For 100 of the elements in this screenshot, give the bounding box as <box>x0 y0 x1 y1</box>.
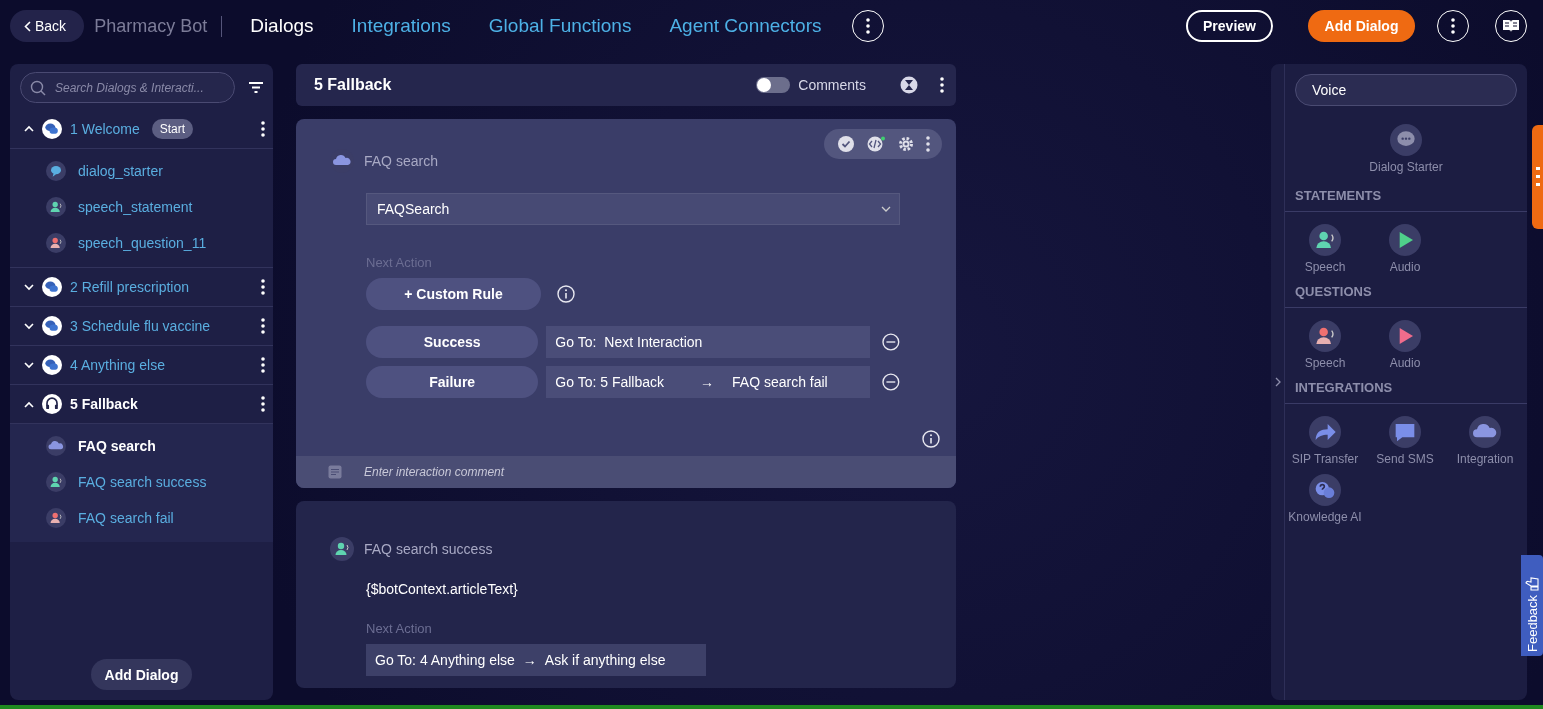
code-icon[interactable] <box>866 136 886 152</box>
chat-bubbles-icon <box>42 316 62 336</box>
interaction-item[interactable]: FAQ search success <box>46 464 273 500</box>
cloud-icon <box>1469 416 1501 448</box>
speaker-person-icon <box>330 537 354 561</box>
speaker-person-icon <box>46 197 66 217</box>
dialog-item[interactable]: 4 Anything else <box>10 345 273 384</box>
palette-tool[interactable]: SIP Transfer <box>1285 416 1365 466</box>
check-icon[interactable] <box>838 136 854 152</box>
chevron-down-icon[interactable] <box>24 322 34 330</box>
message-text: {$botContext.articleText} <box>366 581 519 597</box>
side-tab[interactable] <box>1532 125 1543 229</box>
add-dialog-button[interactable]: Add Dialog <box>91 659 192 690</box>
interaction-item[interactable]: speech_statement <box>46 189 273 225</box>
bot-name: Pharmacy Bot <box>94 15 223 37</box>
start-badge: Start <box>151 118 194 139</box>
palette-tool[interactable]: Integration <box>1445 416 1525 466</box>
channel-select[interactable]: Voice <box>1295 74 1517 106</box>
palette-tool[interactable]: Speech <box>1285 320 1365 370</box>
custom-rule-button[interactable]: + Custom Rule <box>366 278 541 310</box>
info-icon[interactable] <box>557 285 575 303</box>
thumbs-up-icon <box>1525 576 1539 591</box>
remove-icon[interactable] <box>882 333 900 351</box>
interaction-title: FAQ search success <box>364 541 493 557</box>
nav-tab[interactable]: Global Functions <box>488 15 632 37</box>
interaction-item[interactable]: speech_question_11 <box>46 225 273 261</box>
more-icon[interactable] <box>940 77 944 93</box>
dialog-item[interactable]: 3 Schedule flu vaccine <box>10 306 273 345</box>
next-action-label: Next Action <box>366 621 433 636</box>
feedback-button[interactable]: Feedback <box>1521 555 1543 656</box>
search-field[interactable]: Search Dialogs & Interacti... <box>20 72 235 103</box>
more-icon[interactable] <box>261 318 265 334</box>
interaction-item[interactable]: FAQ search fail <box>46 500 273 536</box>
chat-bubble-icon <box>46 161 66 181</box>
chevron-left-icon <box>24 20 31 32</box>
comments-toggle[interactable] <box>756 77 791 93</box>
dialog-item[interactable]: 2 Refill prescription <box>10 267 273 306</box>
chat-bubbles-icon <box>42 118 62 139</box>
question-bubbles-icon <box>1309 474 1341 506</box>
speaker-person-icon <box>1309 320 1341 352</box>
speaker-person-icon <box>46 233 66 253</box>
interaction-item[interactable]: FAQ search <box>46 428 273 464</box>
section-title: INTEGRATIONS <box>1285 380 1527 404</box>
integration-select[interactable]: FAQSearch <box>366 193 900 225</box>
remove-icon[interactable] <box>882 373 900 391</box>
nav-tab[interactable]: Integrations <box>351 15 451 37</box>
interaction-title: FAQ search <box>364 153 438 169</box>
note-icon <box>328 465 342 479</box>
more-icon[interactable] <box>261 279 265 295</box>
cloud-icon <box>46 436 66 456</box>
interaction-card[interactable]: FAQ search success {$botContext.articleText} Next Action Go To: 4 Anything else → Ask if anything else <box>296 501 956 688</box>
more-icon[interactable] <box>261 120 265 137</box>
more-icon[interactable] <box>261 396 265 412</box>
filter-icon[interactable] <box>249 82 263 93</box>
palette-tool[interactable]: Audio <box>1365 224 1445 274</box>
more-icon[interactable] <box>261 357 265 373</box>
nav-tab[interactable]: Agent Connectors <box>669 15 822 37</box>
section-title: QUESTIONS <box>1285 284 1527 308</box>
book-icon <box>1502 19 1520 33</box>
back-button[interactable]: Back <box>10 10 85 42</box>
chevron-down-icon[interactable] <box>24 361 34 369</box>
chevron-down-icon <box>881 206 891 212</box>
play-icon <box>1389 224 1421 256</box>
palette-tool[interactable]: Dialog Starter <box>1366 124 1446 174</box>
chevron-up-icon[interactable] <box>24 400 34 408</box>
goto-field[interactable]: Go To: 5 Fallback → FAQ search fail <box>546 366 871 398</box>
dialog-header: 5 Fallback Comments <box>296 64 956 106</box>
palette-tool[interactable]: Speech <box>1285 224 1365 274</box>
settings-icon[interactable] <box>898 136 914 152</box>
info-icon[interactable] <box>922 430 940 448</box>
more-icon[interactable] <box>1451 18 1455 34</box>
more-icon[interactable] <box>865 18 870 34</box>
speaker-person-icon <box>1309 224 1341 256</box>
palette-tool[interactable]: Audio <box>1365 320 1445 370</box>
rule-label-button[interactable]: Failure <box>366 366 539 398</box>
chevron-right-icon[interactable] <box>1274 377 1281 387</box>
goto-field[interactable]: Go To: 4 Anything else → Ask if anything else <box>366 644 706 676</box>
palette-tool[interactable]: Send SMS <box>1365 416 1445 466</box>
message-icon <box>1389 416 1421 448</box>
grip-icon <box>1535 165 1540 189</box>
chat-bubble-icon <box>1390 124 1422 156</box>
play-icon <box>1389 320 1421 352</box>
rule-label-button[interactable]: Success <box>366 326 539 358</box>
headset-icon <box>42 394 62 414</box>
preview-button[interactable]: Preview <box>1186 10 1273 42</box>
toggle-label: Comments <box>798 77 866 93</box>
palette-tool[interactable]: Knowledge AI <box>1285 474 1365 524</box>
chat-bubbles-icon <box>42 277 62 297</box>
chevron-up-icon[interactable] <box>24 125 34 132</box>
speaker-person-icon <box>46 472 66 492</box>
dialog-item[interactable]: 1 Welcome Start <box>10 109 273 148</box>
speaker-person-icon <box>46 508 66 528</box>
chevron-down-icon[interactable] <box>24 283 34 291</box>
chat-bubbles-icon <box>42 355 62 375</box>
interaction-item[interactable]: dialog_starter <box>46 153 273 189</box>
comment-field[interactable]: Enter interaction comment <box>362 464 662 480</box>
nav-tab[interactable]: Dialogs <box>250 15 314 37</box>
section-title: STATEMENTS <box>1285 188 1527 212</box>
search-icon <box>30 80 46 96</box>
goto-field[interactable]: Go To: Next Interaction <box>546 326 871 358</box>
